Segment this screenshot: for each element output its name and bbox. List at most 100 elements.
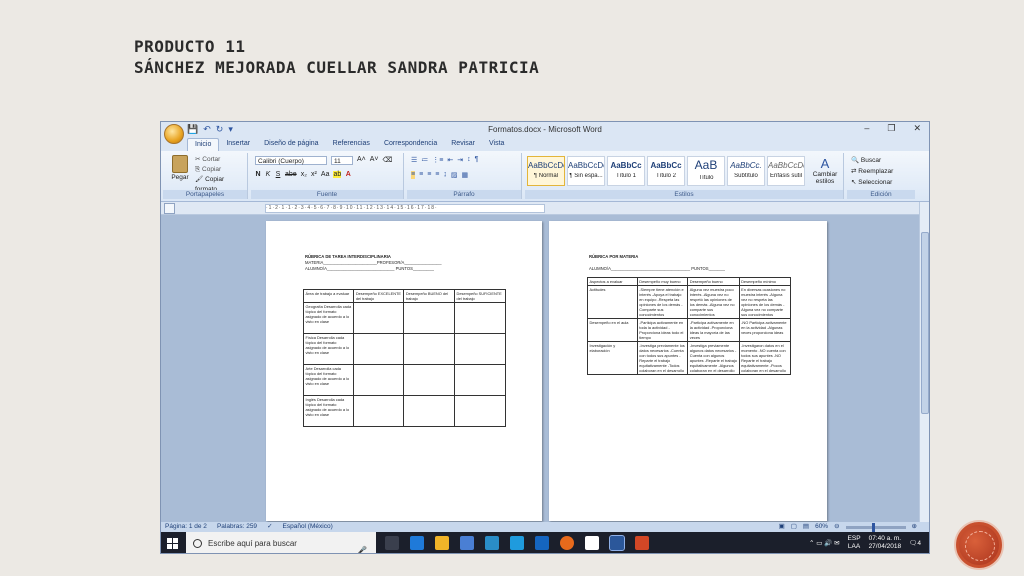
shrink-font-icon[interactable]: A˅ [370, 156, 379, 164]
bold-button[interactable]: N [255, 171, 261, 178]
shading-icon[interactable]: ▨ [451, 171, 458, 179]
bullets-icon[interactable]: ☰ [411, 156, 417, 164]
cut-button[interactable]: ✂ Cortar [195, 155, 247, 165]
font-name-select[interactable]: Calibri (Cuerpo) [255, 156, 327, 165]
document-page-1[interactable]: RÚBRICA DE TAREA INTERDISCIPLINARIA MATE… [266, 221, 542, 521]
justify-icon[interactable]: ≡ [435, 171, 439, 179]
tab-revisar[interactable]: Revisar [444, 138, 482, 151]
show-marks-icon[interactable]: ¶ [475, 156, 479, 164]
subscript-button[interactable]: x₂ [301, 171, 307, 178]
select-button[interactable]: ↖ Seleccionar [851, 177, 893, 188]
style-sample: AaBbCcDc [528, 161, 564, 170]
style-heading-1[interactable]: AaBbCc Título 1 [607, 156, 645, 186]
web-layout-icon[interactable]: ▤ [803, 522, 809, 532]
page-count[interactable]: Página: 1 de 2 [165, 522, 207, 532]
style-subtitle[interactable]: AaBbCc. Subtítulo [727, 156, 765, 186]
close-button[interactable]: ✕ [913, 123, 921, 134]
windows-start-icon[interactable] [167, 538, 178, 549]
tray-icons[interactable]: ⌃ ▭ 🔊 ✉ [809, 539, 840, 547]
file-explorer-icon[interactable] [435, 536, 449, 550]
increase-indent-icon[interactable]: ⇥ [457, 156, 463, 164]
minimize-button[interactable]: – [864, 123, 869, 134]
notifications-icon[interactable]: 🗨4 [909, 539, 921, 547]
editing-group-label: Edición [847, 190, 915, 199]
table-cell [353, 364, 405, 396]
table-cell: Desempeño BUENO del trabajo [403, 289, 456, 303]
style-normal[interactable]: AaBbCcDc ¶ Normal [527, 156, 565, 186]
taskbar-apps [385, 535, 649, 551]
copy-button[interactable]: ⎘ Copiar [195, 165, 247, 175]
change-styles-button[interactable]: A Cambiar estilos [811, 156, 839, 185]
full-screen-icon[interactable]: ▢ [791, 522, 797, 532]
borders-icon[interactable]: ▦ [462, 171, 469, 179]
tab-vista[interactable]: Vista [482, 138, 511, 151]
grow-font-icon[interactable]: A˄ [357, 156, 366, 164]
paragraph-row-1: ☰ ≔ ⋮≡ ⇤ ⇥ ↕ ¶ [411, 156, 478, 164]
style-heading-2[interactable]: AaBbCc Título 2 [647, 156, 685, 186]
align-left-icon[interactable]: ≡ [411, 171, 416, 179]
remote-desktop-icon[interactable] [485, 536, 499, 550]
spellcheck-icon[interactable]: ✓ [267, 522, 272, 532]
zoom-slider[interactable] [845, 522, 906, 532]
zoom-slider-thumb[interactable] [871, 522, 875, 532]
decrease-indent-icon[interactable]: ⇤ [447, 156, 453, 164]
table-cell: Geografía Desarrolla cada tópico del for… [302, 302, 355, 334]
system-tray: ⌃ ▭ 🔊 ✉ ESP LAA 07:40 a. m. 27/04/2018 🗨… [809, 535, 921, 551]
paste-button[interactable]: Pegar [169, 155, 191, 181]
multilevel-list-icon[interactable]: ⋮≡ [432, 156, 443, 164]
align-right-icon[interactable]: ≡ [427, 171, 431, 179]
strikethrough-button[interactable]: abe [285, 171, 297, 178]
edge-icon[interactable] [410, 536, 424, 550]
numbering-icon[interactable]: ≔ [421, 156, 428, 164]
align-center-icon[interactable]: ≡ [419, 171, 423, 179]
tab-referencias[interactable]: Referencias [326, 138, 377, 151]
zoom-level[interactable]: 60% [815, 522, 828, 532]
taskbar-search-input[interactable]: Escribe aquí para buscar 🎤 [186, 532, 376, 553]
maximize-button[interactable]: ❐ [887, 123, 895, 134]
sort-icon[interactable]: ↕ [467, 156, 471, 164]
italic-button[interactable]: K [265, 171, 271, 178]
word-taskbar-icon[interactable] [609, 535, 625, 551]
style-subtle-emphasis[interactable]: AaBbCcDc Énfasis sutil [767, 156, 805, 186]
zoom-in-icon[interactable]: ⊕ [912, 522, 917, 532]
tab-selector[interactable] [164, 203, 175, 214]
page2-student-line: ALUMNO/A________________________________… [589, 266, 725, 271]
style-sample: AaBbCc. [730, 161, 762, 170]
notes-icon[interactable] [585, 536, 599, 550]
mail-icon[interactable] [510, 536, 524, 550]
change-case-button[interactable]: Aa [321, 171, 330, 178]
vertical-scrollbar[interactable] [919, 202, 929, 522]
style-no-spacing[interactable]: AaBbCcDc ¶ Sin espa... [567, 156, 605, 186]
word-count[interactable]: Palabras: 259 [217, 522, 257, 532]
zoom-out-icon[interactable]: ⊖ [834, 522, 839, 532]
office-button-icon[interactable] [164, 124, 184, 144]
store-icon[interactable] [460, 536, 474, 550]
tab-correspondencia[interactable]: Correspondencia [377, 138, 444, 151]
replace-button[interactable]: ⇄ Reemplazar [851, 166, 893, 177]
clock[interactable]: 07:40 a. m. 27/04/2018 [869, 535, 902, 551]
horizontal-ruler[interactable]: ·1·2·1·1·2·3·4·5·6·7·8·9·10·11·12·13·14·… [161, 202, 929, 215]
task-view-icon[interactable] [385, 536, 399, 550]
title-bar: 💾 ↶ ↻ ▾ Formatos.docx - Microsoft Word –… [161, 122, 929, 144]
find-button[interactable]: 🔍 Buscar [851, 155, 893, 166]
scroll-thumb[interactable] [921, 232, 929, 414]
document-page-2[interactable]: RÚBRICA POR MATERIA ALUMNO/A____________… [549, 221, 827, 521]
highlight-icon[interactable]: ab [333, 171, 342, 178]
input-language[interactable]: ESP LAA [848, 535, 861, 551]
line-spacing-icon[interactable]: ↨ [443, 171, 447, 179]
language-status[interactable]: Español (México) [283, 522, 333, 532]
tab-diseno-pagina[interactable]: Diseño de página [257, 138, 326, 151]
tab-inicio[interactable]: Inicio [187, 138, 220, 151]
tab-insertar[interactable]: Insertar [219, 138, 257, 151]
style-title[interactable]: AaB Título [687, 156, 725, 186]
microphone-icon[interactable]: 🎤 [357, 539, 367, 553]
font-size-select[interactable]: 11 [331, 156, 353, 165]
superscript-button[interactable]: x² [311, 171, 317, 178]
font-color-icon[interactable]: A [345, 171, 351, 178]
clear-format-icon[interactable]: ⌫ [383, 156, 393, 164]
print-layout-icon[interactable]: ▣ [779, 522, 785, 532]
powerpoint-taskbar-icon[interactable] [635, 536, 649, 550]
photos-icon[interactable] [535, 536, 549, 550]
underline-button[interactable]: S [275, 171, 281, 178]
firefox-icon[interactable] [560, 536, 574, 550]
